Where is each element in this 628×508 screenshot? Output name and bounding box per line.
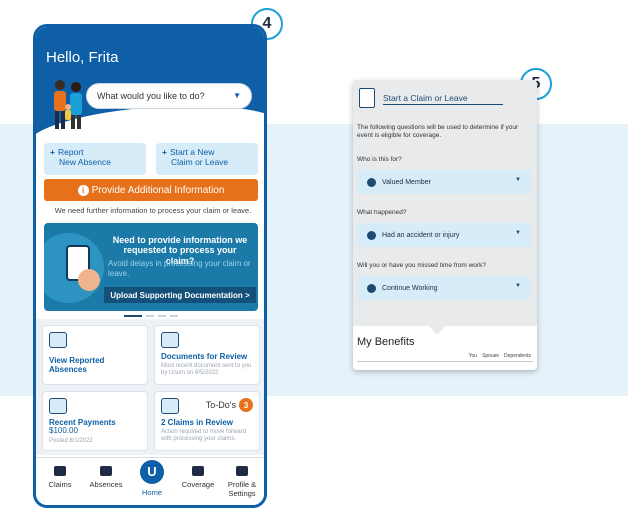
- todos-label: To-Do's: [205, 400, 236, 410]
- question-who: Who is this for?: [357, 156, 402, 163]
- tiles-area: View Reported Absences Documents for Rev…: [36, 319, 264, 455]
- person-icon: [367, 177, 376, 187]
- coverage-icon: [192, 466, 204, 476]
- chevron-down-icon: ▼: [515, 230, 521, 236]
- bottom-tab-bar: Claims Absences U Home Coverage Profile …: [36, 457, 264, 505]
- greeting: Hello, Frita: [46, 49, 119, 66]
- start-new-claim-button[interactable]: + Start a New Claim or Leave: [156, 143, 258, 175]
- search-dropdown[interactable]: What would you like to do? ▼: [86, 83, 252, 109]
- what-happened-select[interactable]: Had an accident or injury ▼: [357, 223, 531, 247]
- panel-intro: The following questions will be used to …: [357, 124, 519, 140]
- panel-title: Start a Claim or Leave: [383, 93, 503, 105]
- who-select[interactable]: Valued Member ▼: [357, 170, 531, 194]
- banner-text: Avoid delays in processing your claim or…: [108, 259, 251, 278]
- info-icon: i: [77, 184, 89, 196]
- clipboard-icon: [161, 398, 179, 414]
- tab-coverage[interactable]: Coverage: [176, 466, 220, 489]
- injury-icon: [367, 230, 376, 240]
- hand-icon: [78, 269, 100, 291]
- plus-icon: +: [50, 147, 55, 157]
- calendar-check-icon: [49, 332, 67, 348]
- home-logo-icon: U: [140, 460, 164, 484]
- search-placeholder: What would you like to do?: [97, 91, 205, 101]
- upload-documentation-button[interactable]: Upload Supporting Documentation >: [104, 287, 256, 303]
- upload-banner: Need to provide information we requested…: [44, 223, 258, 311]
- family-illustration-icon: [54, 80, 82, 129]
- plus-icon: +: [162, 147, 167, 157]
- tab-absences[interactable]: Absences: [84, 466, 128, 489]
- documents-review-tile[interactable]: Documents for Review Most recent documen…: [154, 325, 260, 385]
- menu-icon: [236, 466, 248, 476]
- provide-info-button[interactable]: i Provide Additional Information: [44, 179, 258, 201]
- report-new-absence-button[interactable]: + Report New Absence: [44, 143, 146, 175]
- calendar-icon: [100, 466, 112, 476]
- carousel-dots[interactable]: [124, 315, 178, 317]
- claims-icon: [54, 466, 66, 476]
- chevron-down-icon: ▼: [233, 91, 241, 100]
- chevron-down-icon: ▼: [515, 177, 521, 183]
- money-icon: [49, 398, 67, 414]
- benefits-columns: You Spouse Dependents: [468, 353, 531, 359]
- phone-screen: Hello, Frita What would you like to do? …: [33, 24, 267, 508]
- document-icon: [161, 332, 179, 348]
- view-reported-absences-tile[interactable]: View Reported Absences: [42, 325, 148, 385]
- tab-profile-settings[interactable]: Profile & Settings: [220, 466, 264, 498]
- chevron-down-icon: ▼: [515, 283, 521, 289]
- recent-payments-tile[interactable]: Recent Payments $100.00 Posted 8/1/2022: [42, 391, 148, 451]
- tab-home[interactable]: U Home: [130, 460, 174, 497]
- form-icon: [359, 88, 375, 108]
- tab-claims[interactable]: Claims: [38, 466, 82, 489]
- car-icon: [367, 283, 376, 293]
- todos-count-badge: 3: [239, 398, 253, 412]
- alert-note: We need further information to process y…: [54, 206, 252, 215]
- missed-time-select[interactable]: Continue Working ▼: [357, 276, 531, 300]
- start-claim-panel: Start a Claim or Leave The following que…: [353, 80, 537, 370]
- question-missed-time: Will you or have you missed time from wo…: [357, 262, 486, 269]
- my-benefits-heading: My Benefits: [357, 336, 415, 348]
- todos-tile[interactable]: To-Do's 3 2 Claims in Review Action requ…: [154, 391, 260, 451]
- question-what: What happened?: [357, 209, 407, 216]
